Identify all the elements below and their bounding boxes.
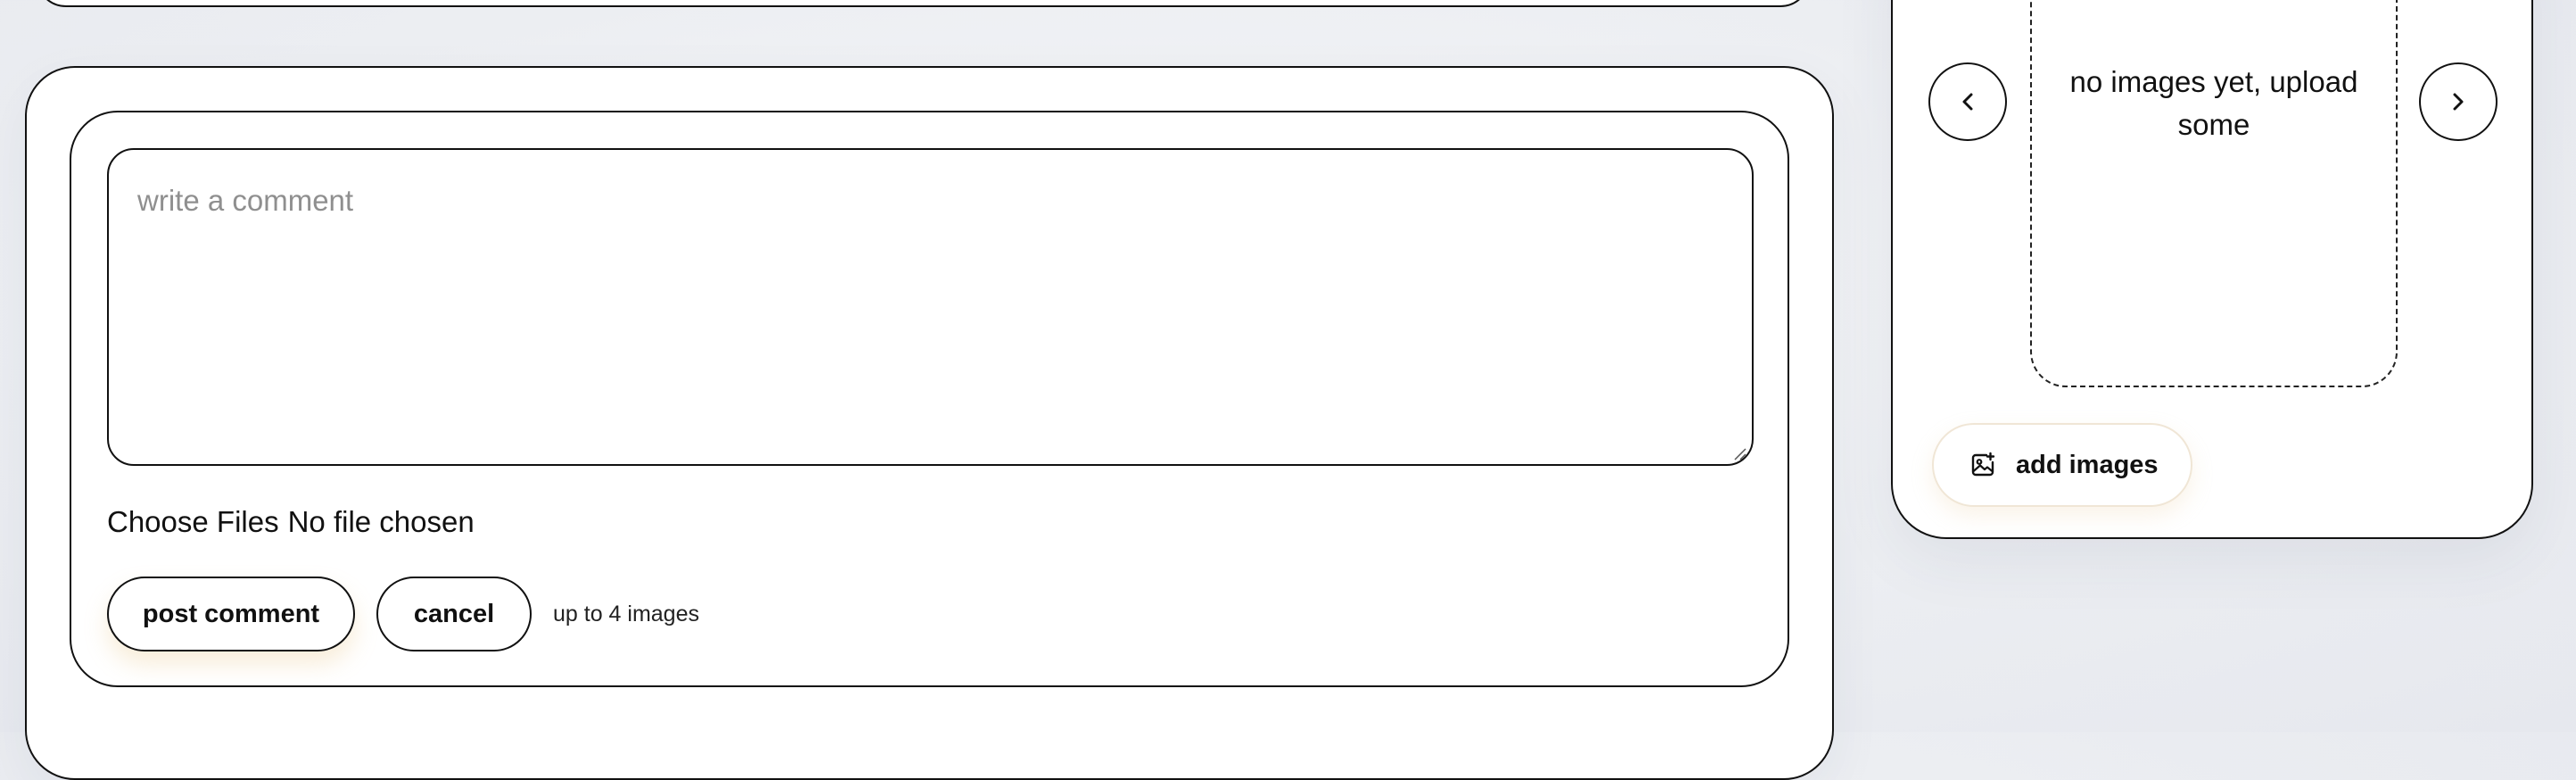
cancel-button[interactable]: cancel <box>376 577 532 651</box>
chevron-left-icon <box>1962 93 1973 111</box>
choose-files-button[interactable]: Choose Files <box>107 505 279 539</box>
chevron-right-icon <box>2453 93 2464 111</box>
file-status: No file chosen <box>287 505 475 538</box>
comment-card: write a comment Choose Files No file cho… <box>25 66 1834 780</box>
add-images-button[interactable]: add images <box>1932 423 2192 507</box>
image-dropzone[interactable]: no images yet, upload some <box>2030 0 2398 387</box>
comment-placeholder: write a comment <box>137 184 354 217</box>
comment-textarea[interactable]: write a comment <box>107 148 1754 466</box>
next-image-button[interactable] <box>2419 62 2498 141</box>
empty-gallery-text: no images yet, upload some <box>2069 65 2358 141</box>
form-actions: post comment cancel up to 4 images <box>107 577 699 651</box>
image-limit-note: up to 4 images <box>553 601 699 626</box>
comment-form: write a comment Choose Files No file cho… <box>70 111 1789 687</box>
resize-grip-icon[interactable] <box>1732 446 1746 461</box>
add-images-label: add images <box>2016 450 2159 479</box>
post-comment-button[interactable]: post comment <box>107 577 355 651</box>
previous-image-button[interactable] <box>1928 62 2007 141</box>
image-add-icon <box>1971 452 1995 477</box>
file-input[interactable]: Choose Files No file chosen <box>107 505 475 539</box>
previous-card <box>36 0 1811 7</box>
image-gallery-card: no images yet, upload some add images <box>1891 0 2533 539</box>
